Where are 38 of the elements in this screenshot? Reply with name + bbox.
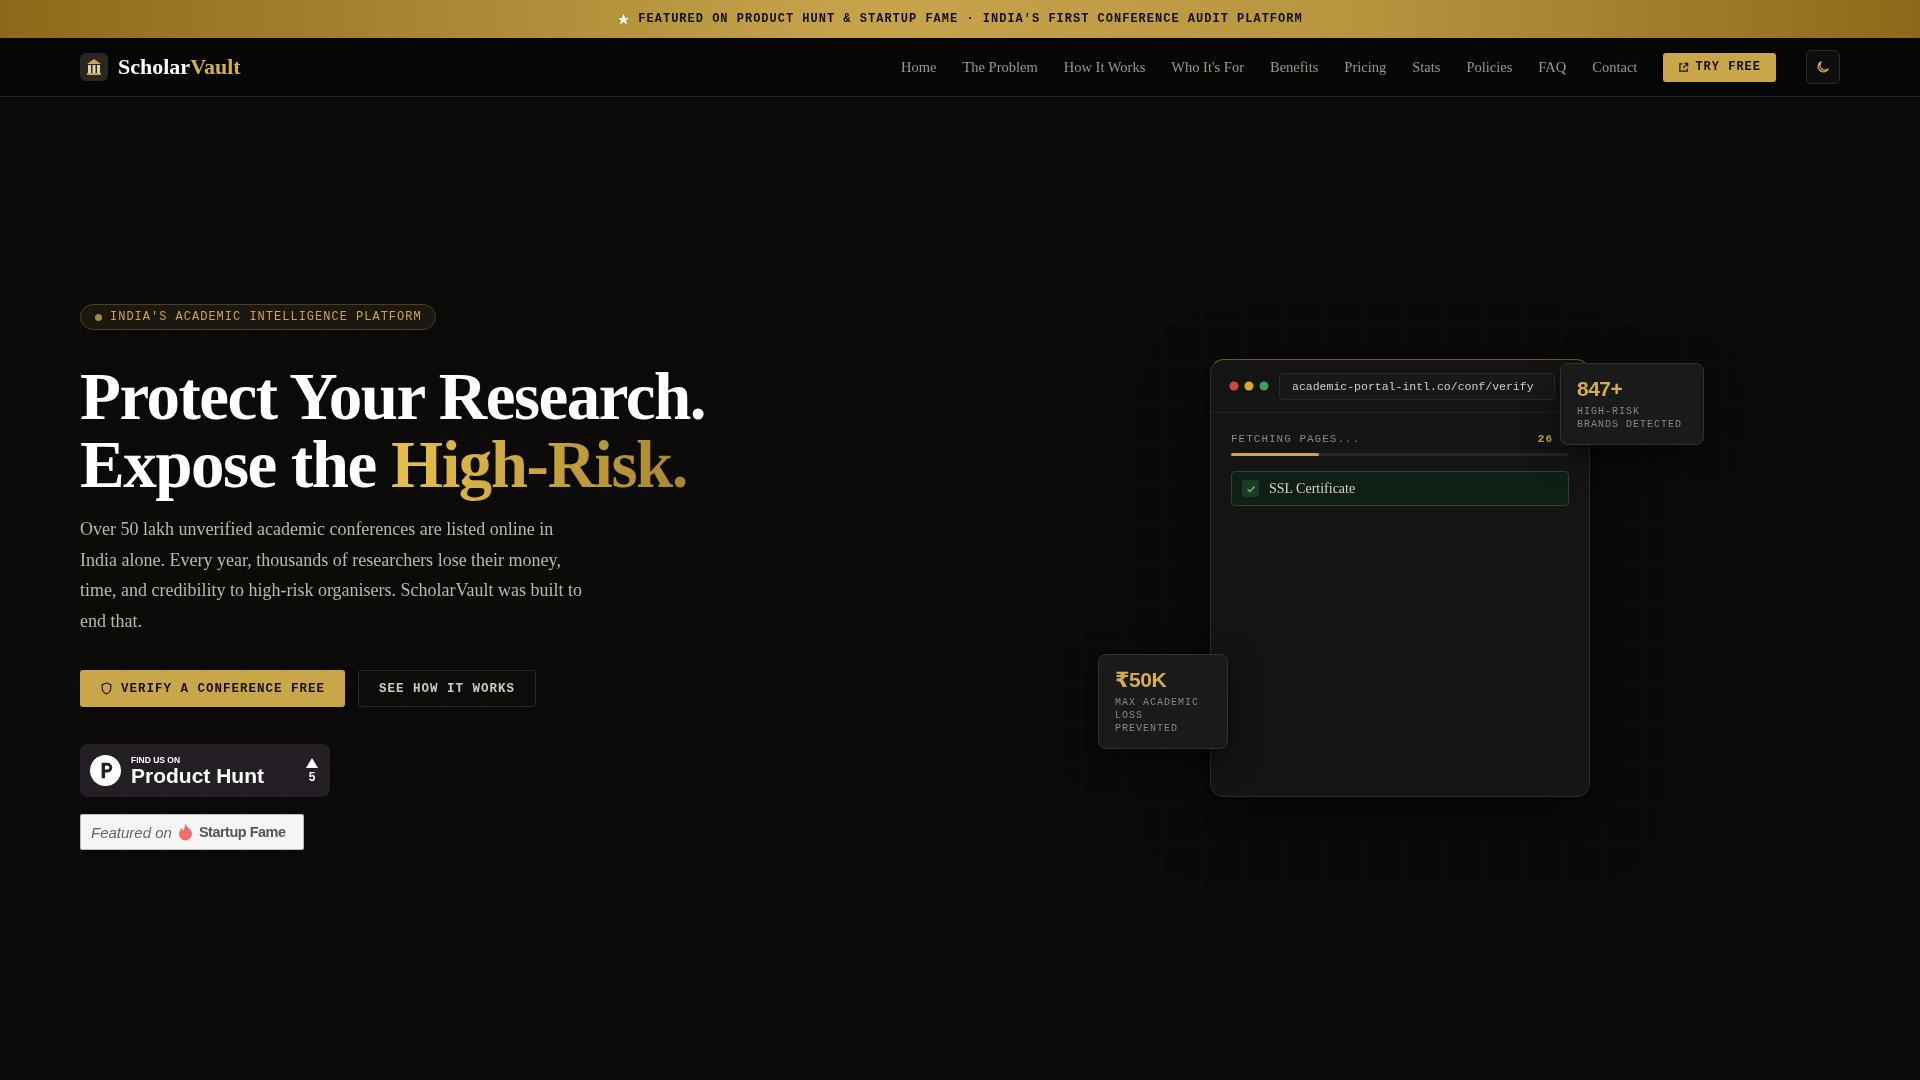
- flame-icon: [177, 823, 193, 841]
- verify-button[interactable]: VERIFY A CONFERENCE FREE: [80, 670, 346, 707]
- nav-link[interactable]: Home: [901, 58, 937, 76]
- banner-text: FEATURED ON PRODUCT HUNT & STARTUP FAME · INDIA'S FIRST CONFERENCE AUDIT PLATFORM: [638, 12, 1303, 26]
- product-hunt-logo-icon: [90, 755, 121, 786]
- progress-reading: 26: [1537, 433, 1553, 445]
- how-it-works-button[interactable]: SEE HOW IT WORKS: [358, 670, 537, 707]
- nav-link[interactable]: Stats: [1412, 58, 1441, 76]
- try-free-button[interactable]: TRY FREE: [1663, 52, 1776, 82]
- window-dots-icon: [1229, 381, 1269, 391]
- logo-text[interactable]: ScholarVault: [118, 54, 241, 80]
- product-hunt-badge[interactable]: FIND US ON Product Hunt 5: [80, 744, 330, 797]
- nav-link[interactable]: Policies: [1466, 58, 1513, 76]
- nav-link[interactable]: Benefits: [1270, 58, 1319, 76]
- stat-label: MAX ACADEMIC LOSS PREVENTED: [1115, 696, 1200, 735]
- url-field: academic-portal-intl.co/conf/verify: [1279, 372, 1555, 400]
- stat-value: 847+: [1577, 377, 1624, 401]
- nav-link[interactable]: Who It's For: [1171, 58, 1244, 76]
- external-link-icon: [1678, 61, 1690, 73]
- star-icon: [617, 12, 631, 26]
- upvote-icon: [306, 757, 318, 768]
- moon-icon: [1815, 59, 1831, 75]
- logo-icon[interactable]: [80, 53, 108, 81]
- nav-link[interactable]: Contact: [1592, 58, 1638, 76]
- theme-toggle-button[interactable]: [1806, 50, 1840, 84]
- nav-link[interactable]: The Problem: [962, 58, 1038, 76]
- check-label: SSL Certificate: [1269, 480, 1356, 497]
- nav-link[interactable]: Pricing: [1344, 58, 1387, 76]
- badge-text: INDIA'S ACADEMIC INTELLIGENCE PLATFORM: [110, 310, 422, 324]
- stat-label: HIGH-RISK BRANDS DETECTED: [1577, 405, 1683, 431]
- stat-value: ₹50K: [1115, 668, 1168, 692]
- shield-icon: [100, 682, 113, 695]
- startup-fame-badge[interactable]: Featured on Startup Fame: [80, 814, 304, 850]
- hero-description: Over 50 lakh unverified academic conferences are listed online in India alone. Every year, thousands of researchers lose their money, time, and credibility to high-risk organisers. ScholarVault was built to end that.: [80, 518, 584, 633]
- nav-link[interactable]: How It Works: [1063, 58, 1146, 76]
- progress-label: FETCHING PAGES...: [1231, 433, 1361, 445]
- nav-link[interactable]: FAQ: [1538, 58, 1567, 76]
- dot-icon: [95, 313, 102, 321]
